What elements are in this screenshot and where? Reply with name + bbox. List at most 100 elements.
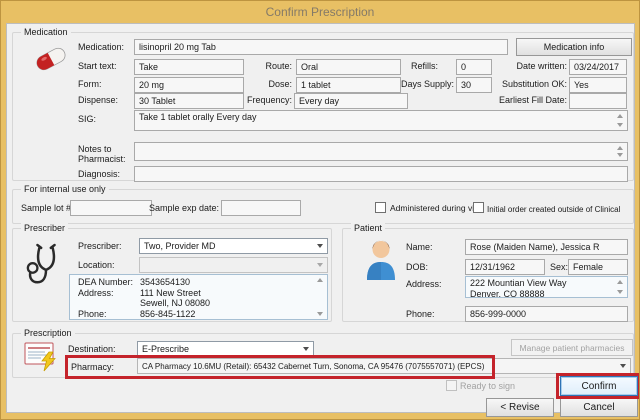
spinner-down-icon[interactable] xyxy=(317,312,323,316)
date-written-field[interactable]: 03/24/2017 xyxy=(569,59,627,75)
stethoscope-icon xyxy=(25,242,67,292)
dob-field[interactable]: 12/31/1962 xyxy=(465,259,545,275)
initial-order-checkbox[interactable] xyxy=(473,202,484,213)
location-combobox xyxy=(139,257,328,273)
internal-use-group: For internal use only Sample lot #: Samp… xyxy=(12,189,634,224)
cancel-button[interactable]: Cancel xyxy=(560,398,638,417)
destination-combobox-value: E-Prescribe xyxy=(142,344,189,354)
frequency-field[interactable]: Every day xyxy=(294,93,408,109)
start-text-label: Start text: xyxy=(78,61,117,72)
ready-to-sign-checkbox xyxy=(446,380,457,391)
sample-exp-date-field[interactable] xyxy=(221,200,301,216)
sig-label: SIG: xyxy=(78,114,96,125)
prescriber-combobox[interactable]: Two, Provider MD xyxy=(139,238,328,254)
medication-label: Medication: xyxy=(78,42,124,53)
dob-label: DOB: xyxy=(406,262,428,273)
spinner-down-icon[interactable] xyxy=(617,123,623,127)
form-field[interactable]: 20 mg xyxy=(134,77,244,93)
prescriber-combobox-value: Two, Provider MD xyxy=(144,241,216,251)
sig-text: Take 1 tablet orally Every day xyxy=(139,112,257,122)
sample-lot-label: Sample lot #: xyxy=(21,203,74,214)
prescription-group: Prescription Destination: E-Prescribe Ma… xyxy=(12,333,634,378)
medication-field[interactable]: lisinopril 20 mg Tab xyxy=(134,39,508,55)
dispense-field[interactable]: 30 Tablet xyxy=(134,93,244,109)
dose-field[interactable]: 1 tablet xyxy=(296,77,401,93)
patient-address-line2: Denver, CO 88888 xyxy=(470,289,623,299)
days-supply-label: Days Supply: xyxy=(394,79,454,90)
route-label: Route: xyxy=(246,61,292,72)
administered-during-visit-label: Administered during visit xyxy=(390,203,483,214)
sex-label: Sex: xyxy=(550,262,568,273)
location-label: Location: xyxy=(78,260,115,271)
dose-label: Dose: xyxy=(246,79,292,90)
date-written-label: Date written: xyxy=(485,61,567,72)
patient-group-legend: Patient xyxy=(351,223,385,234)
confirm-button[interactable]: Confirm xyxy=(560,376,638,396)
prescription-group-legend: Prescription xyxy=(21,328,75,339)
patient-phone-label: Phone: xyxy=(406,309,435,320)
patient-address-line1: 222 Mountian View Way xyxy=(470,278,623,289)
window-title: Confirm Prescription xyxy=(1,1,639,23)
patient-group: Patient Name: Rose (Maiden Name), Jessic… xyxy=(342,228,634,322)
notes-to-pharmacist-box[interactable] xyxy=(134,142,628,161)
substitution-ok-field[interactable]: Yes xyxy=(569,77,627,93)
ready-to-sign-label: Ready to sign xyxy=(460,381,515,392)
spinner-down-icon[interactable] xyxy=(617,153,623,157)
dialog-body: Medication Medication: lisinopril 20 mg … xyxy=(6,23,635,413)
prescriber-address-line1: 111 New Street xyxy=(140,288,201,298)
spinner-up-icon[interactable] xyxy=(317,278,323,282)
manage-patient-pharmacies-button: Manage patient pharmacies xyxy=(511,339,633,356)
spinner-up-icon[interactable] xyxy=(617,280,623,284)
initial-order-label: Initial order created outside of Clinica… xyxy=(487,204,620,215)
earliest-fill-date-field[interactable] xyxy=(569,93,627,109)
frequency-label: Frequency: xyxy=(238,95,292,106)
prescriber-phone-value: 856-845-1122 xyxy=(140,309,195,319)
notes-to-pharmacist-label-2: Pharmacist: xyxy=(78,154,126,165)
pharmacy-label: Pharmacy: xyxy=(71,362,114,373)
medication-group: Medication Medication: lisinopril 20 mg … xyxy=(12,32,634,181)
spinner-down-icon[interactable] xyxy=(617,290,623,294)
chevron-down-icon xyxy=(620,364,626,368)
prescriber-address-label: Address: xyxy=(78,288,140,299)
prescriber-group: Prescriber Prescriber: Two, Provider MD … xyxy=(12,228,332,322)
pill-icon xyxy=(33,45,69,73)
eprescribe-icon xyxy=(23,341,59,373)
destination-label: Destination: xyxy=(68,344,116,355)
patient-address-label: Address: xyxy=(406,279,442,290)
confirm-prescription-window: Confirm Prescription Medication Medicati… xyxy=(0,0,640,420)
prescriber-phone-label: Phone: xyxy=(78,309,140,320)
spinner-up-icon[interactable] xyxy=(617,114,623,118)
sig-box[interactable]: Take 1 tablet orally Every day xyxy=(134,110,628,131)
sex-field[interactable]: Female xyxy=(568,259,628,275)
pharmacy-combobox[interactable]: CA Pharmacy 10.6MU (Retail): 65432 Caber… xyxy=(137,358,631,374)
sample-lot-field[interactable] xyxy=(70,200,152,216)
prescriber-label: Prescriber: xyxy=(78,241,122,252)
dea-number-label: DEA Number: xyxy=(78,277,140,288)
patient-avatar-icon xyxy=(363,237,399,281)
diagnosis-label: Diagnosis: xyxy=(78,169,120,180)
destination-combobox[interactable]: E-Prescribe xyxy=(137,341,314,357)
chevron-down-icon xyxy=(317,244,323,248)
revise-button[interactable]: < Revise xyxy=(486,398,554,417)
spinner-up-icon[interactable] xyxy=(617,146,623,150)
patient-name-label: Name: xyxy=(406,242,433,253)
patient-name-field[interactable]: Rose (Maiden Name), Jessica R xyxy=(465,239,628,255)
prescriber-details-box[interactable]: DEA Number:3543654130 Address:111 New St… xyxy=(69,274,328,320)
medication-group-legend: Medication xyxy=(21,27,71,38)
start-text-field[interactable]: Take xyxy=(134,59,244,75)
substitution-ok-label: Substitution OK: xyxy=(485,79,567,90)
prescriber-group-legend: Prescriber xyxy=(21,223,68,234)
chevron-down-icon xyxy=(303,347,309,351)
administered-during-visit-checkbox[interactable] xyxy=(375,202,386,213)
chevron-down-icon xyxy=(317,263,323,267)
patient-address-box[interactable]: 222 Mountian View Way Denver, CO 88888 xyxy=(465,276,628,298)
patient-phone-field[interactable]: 856-999-0000 xyxy=(465,306,628,322)
route-field[interactable]: Oral xyxy=(296,59,401,75)
form-label: Form: xyxy=(78,79,102,90)
earliest-fill-date-label: Earliest Fill Date: xyxy=(477,95,567,106)
diagnosis-field[interactable] xyxy=(134,166,628,182)
refills-label: Refills: xyxy=(411,61,438,72)
dispense-label: Dispense: xyxy=(78,95,118,106)
medication-info-button[interactable]: Medication info xyxy=(516,38,632,56)
pharmacy-combobox-value: CA Pharmacy 10.6MU (Retail): 65432 Caber… xyxy=(142,362,484,371)
